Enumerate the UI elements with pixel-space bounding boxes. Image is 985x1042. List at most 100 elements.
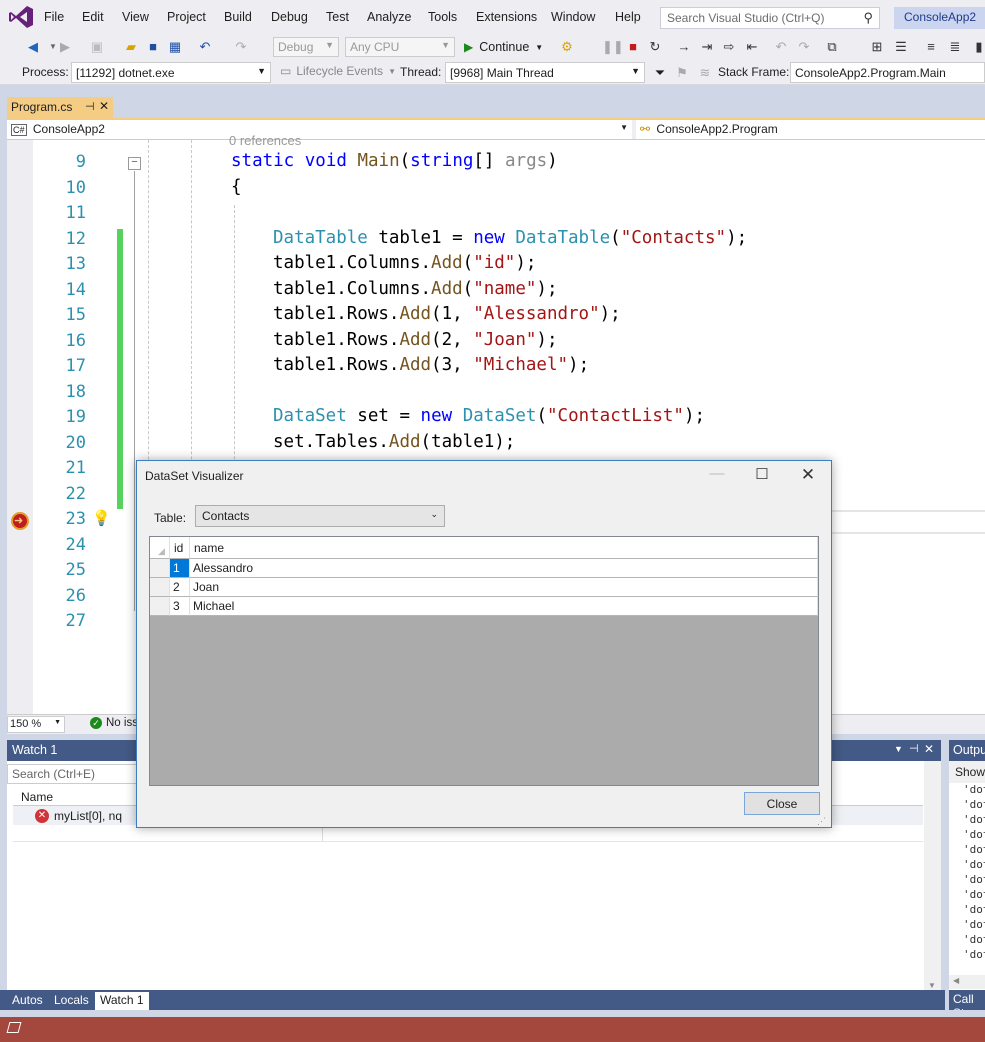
code-line-10[interactable]: { — [231, 177, 242, 197]
restart-icon[interactable]: ↻ — [646, 38, 664, 55]
redo-step-icon[interactable]: ↷ — [795, 38, 813, 55]
grid-corner-header[interactable]: ◢ — [150, 537, 170, 559]
grid-cell-id[interactable]: 1 — [170, 559, 190, 578]
save-icon[interactable]: ■ — [144, 38, 162, 55]
tab-call-stack[interactable]: Call St — [949, 990, 985, 1010]
code-line-14[interactable]: table1.Columns.Add("name"); — [273, 279, 558, 299]
visual-studio-logo-icon[interactable] — [8, 5, 34, 29]
menu-extensions[interactable]: Extensions — [476, 10, 537, 24]
code-line-17[interactable]: table1.Rows.Add(3, "Michael"); — [273, 355, 589, 375]
output-show-label[interactable]: Show — [949, 761, 985, 783]
close-icon[interactable]: ✕ — [99, 99, 109, 113]
menu-analyze[interactable]: Analyze — [367, 10, 411, 24]
open-folder-icon[interactable]: ▰ — [122, 38, 140, 55]
code-lens-references[interactable]: 0 references — [229, 133, 301, 148]
new-project-icon[interactable]: ▣ — [88, 38, 106, 55]
dropdown-icon[interactable]: ▼ — [894, 744, 903, 754]
platform-dropdown[interactable]: Any CPU ▼ — [345, 37, 455, 57]
lifecycle-events-dropdown[interactable]: ▭ Lifecycle Events ▼ — [280, 64, 396, 78]
code-line-19[interactable]: DataSet set = new DataSet("ContactList")… — [273, 406, 705, 426]
output-hscrollbar[interactable]: ◀ — [949, 975, 985, 989]
stack-frame-dropdown[interactable]: ConsoleApp2.Program.Main — [790, 62, 985, 83]
grid-header-name[interactable]: name — [190, 537, 818, 559]
table-select[interactable]: Contacts ⌄ — [195, 505, 445, 527]
minimize-icon[interactable]: — — [702, 465, 732, 487]
watch-empty-row[interactable] — [13, 841, 923, 842]
lightbulb-icon[interactable]: 💡 — [92, 509, 111, 527]
step-into-icon[interactable]: ⇥ — [698, 38, 716, 55]
solution-title[interactable]: ConsoleApp2 — [894, 7, 985, 29]
tab-autos[interactable]: Autos — [7, 992, 48, 1010]
back-icon[interactable]: ◀ — [24, 38, 42, 55]
grid-cell-name[interactable]: Joan — [190, 578, 818, 597]
hex-display-icon[interactable]: ⧉ — [823, 38, 841, 55]
maximize-icon[interactable]: ☐ — [747, 465, 777, 487]
pin-icon[interactable]: ⊣ — [909, 742, 919, 755]
bookmark-icon[interactable]: ▮ — [970, 38, 985, 55]
search-input[interactable]: Search Visual Studio (Ctrl+Q) ⚲ — [660, 7, 880, 29]
stop-icon[interactable]: ■ — [624, 38, 642, 55]
undo-step-icon[interactable]: ↶ — [772, 38, 790, 55]
menu-project[interactable]: Project — [167, 10, 206, 24]
save-all-icon[interactable]: ▦ — [166, 38, 184, 55]
diagnostic-icon[interactable]: ⚙ — [558, 38, 576, 55]
tab-locals[interactable]: Locals — [49, 992, 94, 1010]
code-line-13[interactable]: table1.Columns.Add("id"); — [273, 253, 536, 273]
output-panel-header[interactable]: Outpu — [949, 740, 985, 761]
threads-icon[interactable]: ☰ — [892, 38, 910, 55]
close-icon[interactable]: ✕ — [924, 742, 934, 756]
menu-tools[interactable]: Tools — [428, 10, 457, 24]
uncomment-icon[interactable]: ≣ — [946, 38, 964, 55]
forward-icon[interactable]: ▶ — [56, 38, 74, 55]
break-all-icon[interactable]: ❚❚ — [602, 38, 624, 55]
watch-scrollbar[interactable]: ▼ — [924, 761, 941, 990]
code-line-9[interactable]: static void Main(string[] args) — [231, 151, 558, 171]
step-over-icon[interactable]: ⇨ — [720, 38, 738, 55]
configuration-dropdown[interactable]: Debug ▼ — [273, 37, 339, 57]
data-grid[interactable]: ◢ id name 1 Alessandro 2 Joan 3 Michael — [149, 536, 819, 786]
code-line-20[interactable]: set.Tables.Add(table1); — [273, 432, 515, 452]
class-dropdown[interactable]: ⚯ ConsoleApp2.Program — [636, 120, 985, 139]
issues-indicator[interactable]: ✓ No iss — [90, 717, 138, 729]
scroll-down-icon[interactable]: ▼ — [928, 981, 936, 990]
breakpoint-settings-icon[interactable]: ⊞ — [868, 38, 886, 55]
row-header[interactable] — [150, 578, 170, 597]
grid-header-id[interactable]: id — [170, 537, 190, 559]
flag-icon[interactable]: ⚑ — [673, 64, 691, 81]
continue-button[interactable]: ▶ Continue ▼ — [464, 38, 543, 56]
menu-help[interactable]: Help — [615, 10, 641, 24]
collapse-toggle-icon[interactable]: − — [128, 157, 141, 170]
code-line-12[interactable]: DataTable table1 = new DataTable("Contac… — [273, 228, 747, 248]
row-header[interactable] — [150, 559, 170, 578]
menu-window[interactable]: Window — [551, 10, 595, 24]
row-header[interactable] — [150, 597, 170, 616]
process-dropdown[interactable]: [11292] dotnet.exe ▼ — [71, 62, 271, 83]
menu-debug[interactable]: Debug — [271, 10, 308, 24]
grid-cell-id[interactable]: 2 — [170, 578, 190, 597]
pin-icon[interactable]: ⊣ — [85, 100, 95, 113]
code-line-16[interactable]: table1.Rows.Add(2, "Joan"); — [273, 330, 558, 350]
show-next-statement-icon[interactable]: → — [675, 38, 693, 55]
filter-icon[interactable]: ⏷ — [651, 64, 669, 81]
comment-icon[interactable]: ≡ — [922, 38, 940, 55]
grid-cell-name[interactable]: Michael — [190, 597, 818, 616]
menu-view[interactable]: View — [122, 10, 149, 24]
menu-test[interactable]: Test — [326, 10, 349, 24]
zoom-dropdown[interactable]: 150 % ▼ — [7, 716, 65, 733]
menu-edit[interactable]: Edit — [82, 10, 104, 24]
menu-build[interactable]: Build — [224, 10, 252, 24]
step-out-icon[interactable]: ⇤ — [743, 38, 761, 55]
undo-icon[interactable]: ↶ — [196, 38, 214, 55]
redo-icon[interactable]: ↷ — [232, 38, 250, 55]
watch-search-input[interactable]: Search (Ctrl+E) — [7, 764, 137, 784]
status-ready-icon[interactable] — [6, 1022, 22, 1033]
close-icon[interactable]: ✕ — [793, 465, 823, 487]
menu-file[interactable]: File — [44, 10, 64, 24]
tab-watch-1[interactable]: Watch 1 — [95, 992, 149, 1010]
close-button[interactable]: Close — [744, 792, 820, 815]
scroll-left-icon[interactable]: ◀ — [953, 976, 959, 985]
grid-cell-name[interactable]: Alessandro — [190, 559, 818, 578]
code-line-15[interactable]: table1.Rows.Add(1, "Alessandro"); — [273, 304, 621, 324]
project-dropdown[interactable]: C# ConsoleApp2 ▼ — [7, 120, 632, 139]
grid-cell-id[interactable]: 3 — [170, 597, 190, 616]
